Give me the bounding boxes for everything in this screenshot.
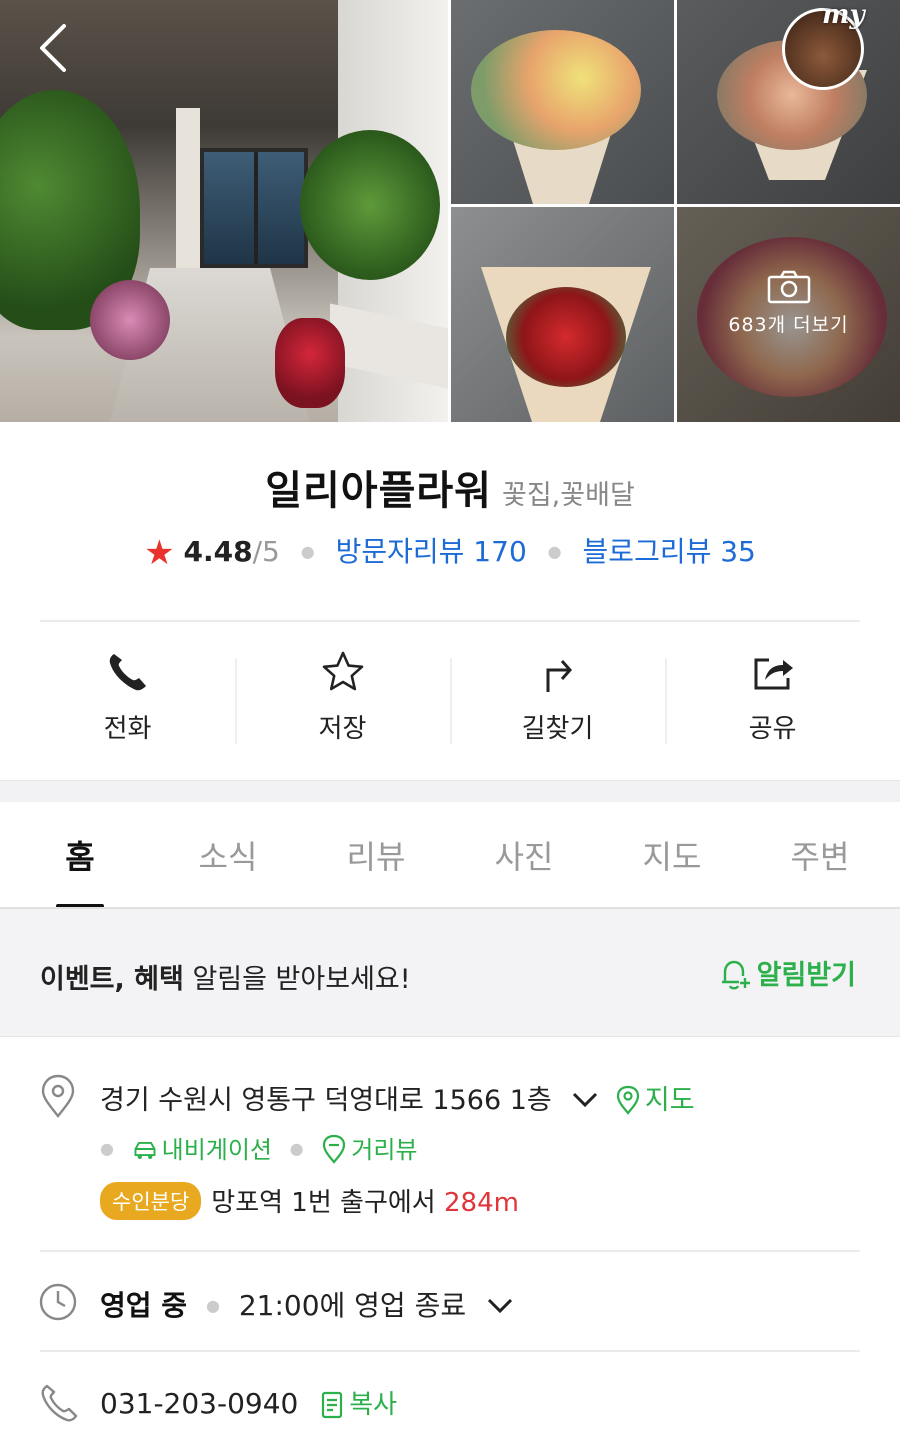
tab-bar: 홈 소식 리뷰 사진 지도 주변 [0,802,900,908]
section-separator [0,780,900,802]
photo-bouquet [471,30,641,150]
more-photos-button[interactable]: 683개 더보기 [677,270,900,337]
photo-plant [300,130,440,280]
event-message: 이벤트, 혜택 알림을 받아보세요! [40,957,411,996]
divider [40,1350,860,1352]
save-label: 저장 [318,714,367,744]
copy-label: 복사 [349,1390,398,1420]
blog-reviews-link[interactable]: 블로그리뷰 35 [583,535,756,568]
directions-label: 길찾기 [521,714,594,744]
event-message-rest: 알림을 받아보세요! [183,964,411,995]
more-photos-label: 683개 더보기 [728,314,849,336]
photo-bouquet [506,287,626,387]
store-title-row: 일리아플라워 꽃집,꽃배달 [0,458,900,516]
save-button[interactable]: 저장 [235,640,450,760]
divider [40,620,860,622]
hours-row[interactable]: 영업 중 ● 21:00에 영업 종료 [100,1284,521,1324]
navigation-link[interactable]: 내비게이션 [132,1136,280,1164]
bouquet-photo-3[interactable] [451,207,674,422]
street-view-pin-icon [323,1134,346,1164]
chevron-down-icon[interactable] [485,1295,515,1317]
my-badge-label: my [822,0,865,30]
call-label: 전화 [103,714,152,744]
photo-flowers [90,280,170,360]
photo-flowers [275,318,345,408]
rating-max: /5 [252,535,280,568]
bouquet-photo-1[interactable] [451,0,674,204]
directions-button[interactable]: 길찾기 [450,640,665,760]
street-view-link[interactable]: 거리뷰 [321,1134,418,1164]
subway-distance: 284m [443,1188,519,1218]
phone-icon [109,654,146,691]
subway-description: 망포역 1번 출구에서 [211,1188,436,1218]
star-icon: ★ [144,533,175,573]
call-button[interactable]: 전화 [20,640,235,760]
store-name: 일리아플라워 [265,468,492,514]
chevron-down-icon[interactable] [570,1089,600,1111]
tab-photos[interactable]: 사진 [450,802,598,908]
copy-icon [322,1391,343,1419]
star-outline-icon [322,651,363,691]
back-arrow-icon[interactable] [30,22,80,72]
separator-dot: ● [205,1296,220,1315]
turn-arrow-icon [546,660,572,692]
address-row: 경기 수원시 영통구 덕영대로 1566 1층 지도 [100,1078,695,1117]
phone-row: 031-203-0940 복사 [100,1384,397,1421]
share-icon [754,658,793,690]
subway-line-badge: 수인분당 [100,1182,202,1220]
map-link[interactable]: 지도 [615,1085,695,1116]
tab-news[interactable]: 소식 [154,802,302,908]
tab-reviews[interactable]: 리뷰 [302,802,450,908]
store-category: 꽃집,꽃배달 [502,480,635,511]
notify-label: 알림받기 [756,960,856,991]
subway-row: 수인분당 망포역 1번 출구에서 284m [100,1182,519,1220]
separator-dot: ● [100,1139,114,1158]
phone-outline-icon [41,1384,78,1422]
share-button[interactable]: 공유 [665,640,880,760]
street-view-label: 거리뷰 [351,1136,418,1164]
tab-map[interactable]: 지도 [598,802,746,908]
car-icon [134,1141,156,1159]
bell-plus-icon [721,960,750,990]
rating-row: ★ 4.48/5 ● 방문자리뷰 170 ● 블로그리뷰 35 [0,530,900,573]
photo-gallery[interactable]: 683개 더보기 my [0,0,900,422]
action-bar: 전화 저장 길찾기 공유 [20,640,880,760]
photo-shelf [176,108,200,268]
camera-icon [767,270,810,304]
rating-value: 4.48 [183,535,253,568]
navigation-label: 내비게이션 [161,1136,273,1164]
map-pin-icon [616,1085,640,1115]
visitor-reviews-link[interactable]: 방문자리뷰 170 [336,535,527,568]
separator-dot: ● [289,1139,304,1158]
copy-button[interactable]: 복사 [321,1390,397,1420]
navigation-row: ● 내비게이션 ● 거리뷰 [100,1130,418,1165]
location-pin-icon [41,1074,75,1118]
event-message-bold: 이벤트, 혜택 [40,964,184,995]
separator-dot: ● [547,542,562,561]
clock-icon [39,1283,77,1321]
phone-number[interactable]: 031-203-0940 [100,1387,298,1420]
separator-dot: ● [300,542,315,561]
tab-home[interactable]: 홈 [6,802,154,908]
share-label: 공유 [748,714,797,744]
address-text[interactable]: 경기 수원시 영통구 덕영대로 1566 1층 [100,1085,552,1116]
divider [40,1250,860,1252]
tab-nearby[interactable]: 주변 [746,802,894,908]
map-link-label: 지도 [644,1085,695,1116]
notify-button[interactable]: 알림받기 [717,953,856,992]
business-hours-detail: 21:00에 영업 종료 [238,1289,467,1322]
event-banner: 이벤트, 혜택 알림을 받아보세요! 알림받기 [0,909,900,1037]
photo-fridge [200,148,308,268]
business-status: 영업 중 [100,1289,188,1322]
